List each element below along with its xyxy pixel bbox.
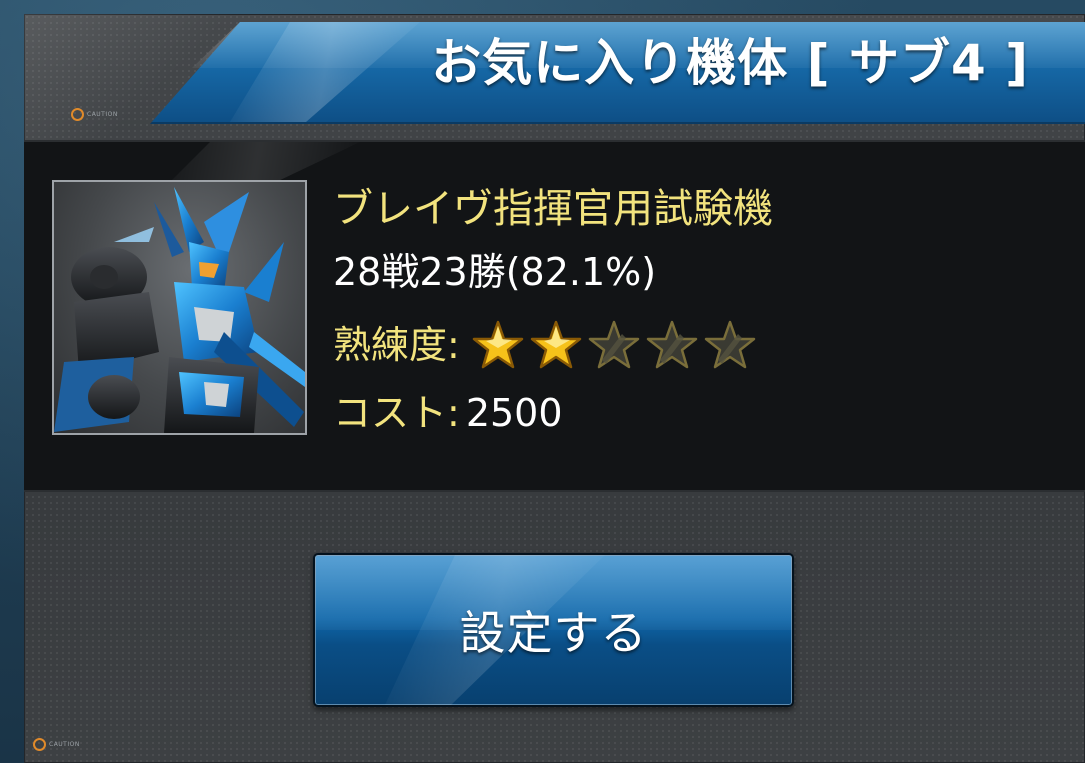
ring-marker-icon (33, 738, 46, 751)
page-title: お気に入り機体 [ サブ4 ] (431, 34, 1029, 92)
star-empty-icon (704, 320, 756, 369)
proficiency-stars (472, 320, 756, 370)
cost-value: 2500 (465, 391, 563, 435)
cost-label: コスト: (333, 391, 460, 435)
battle-record: 28戦23勝(82.1%) (333, 250, 657, 294)
star-filled-icon (530, 320, 582, 369)
unit-name: ブレイヴ指揮官用試験機 (333, 186, 773, 232)
ring-marker-icon (71, 108, 84, 121)
cost-row: コスト: 2500 (333, 388, 563, 438)
proficiency-label: 熟練度: (333, 323, 460, 367)
proficiency-row: 熟練度: (333, 320, 756, 370)
star-empty-icon (646, 320, 698, 369)
unit-portrait (52, 180, 307, 435)
blue-mecha-portrait-icon (54, 187, 305, 433)
marker-label: CAUTION (49, 741, 80, 748)
star-filled-icon (472, 320, 524, 369)
star-empty-icon (588, 320, 640, 369)
set-button-label: 設定する (459, 606, 648, 660)
marker-label: CAUTION (87, 111, 118, 118)
set-button[interactable]: 設定する (313, 553, 794, 707)
